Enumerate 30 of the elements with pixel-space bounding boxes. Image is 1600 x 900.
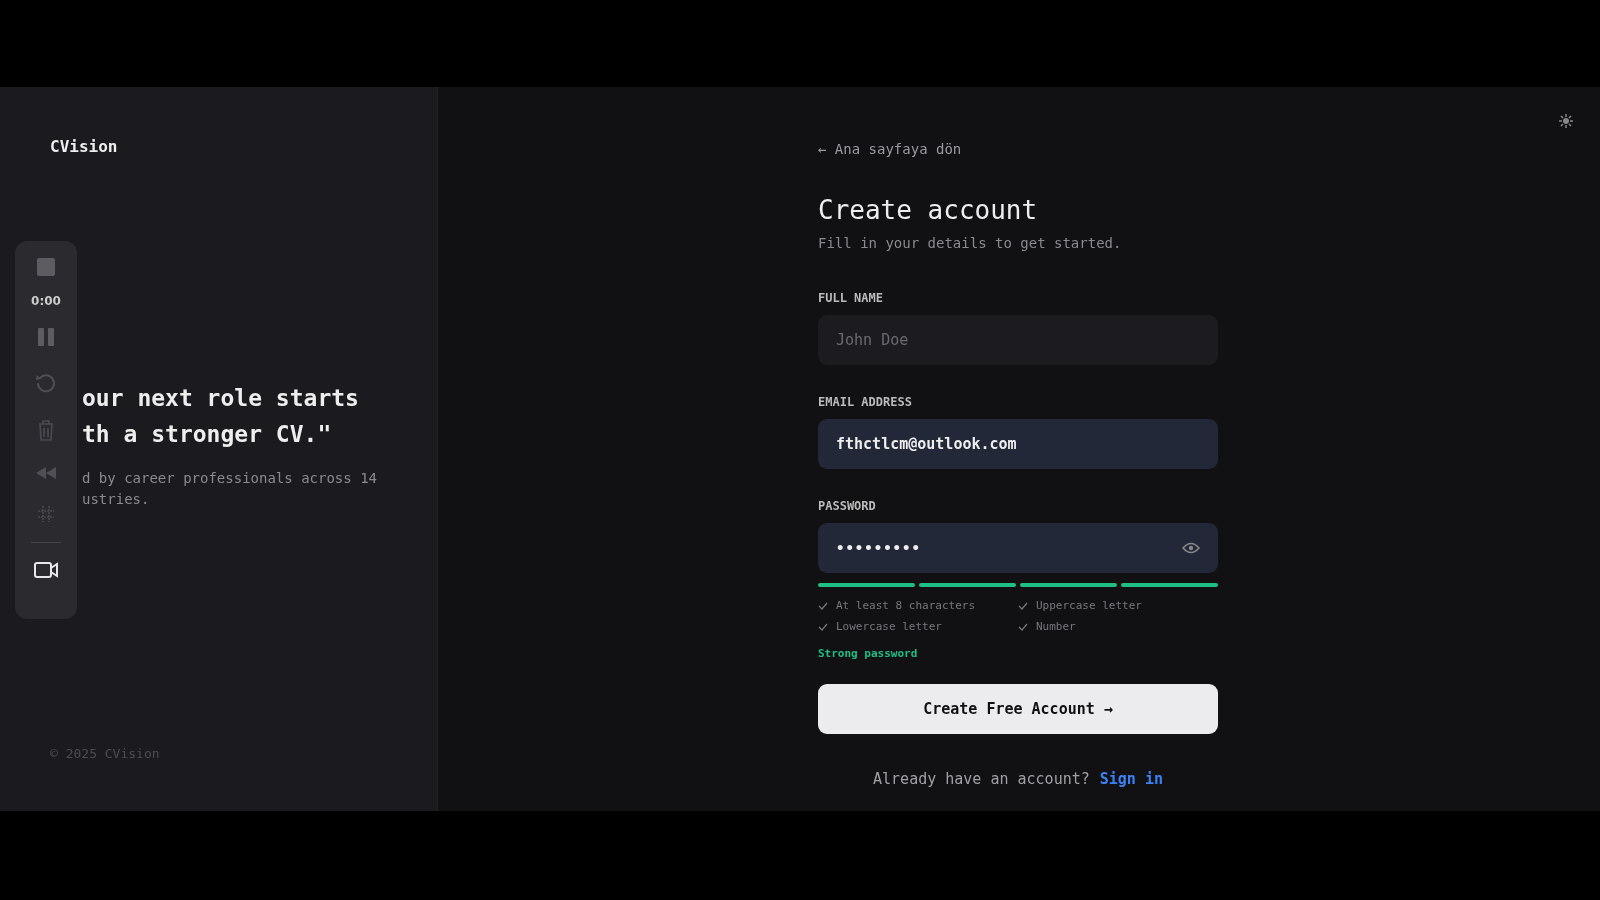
pause-icon[interactable] (37, 327, 55, 347)
field-label: EMAIL ADDRESS (818, 395, 912, 409)
quote-caption: d by career professionals across 14 ustries. (82, 469, 377, 509)
trash-icon[interactable] (37, 419, 55, 441)
field-label: FULL NAME (818, 291, 884, 305)
brand-logo[interactable]: CVision (50, 137, 118, 156)
signin-link[interactable]: Sign in (1099, 770, 1163, 788)
rewind-icon[interactable] (35, 466, 57, 480)
input-field[interactable]: fthctlcm@outlook.com (818, 419, 1218, 469)
rule-text: Number (1036, 620, 1076, 633)
stop-icon[interactable] (36, 257, 56, 277)
rule-text: At least 8 characters (836, 599, 976, 612)
video-camera-icon[interactable] (34, 562, 58, 578)
page-title: Create account (818, 195, 1038, 225)
recording-time: 0:00 (31, 294, 61, 308)
restart-icon[interactable] (35, 372, 57, 394)
signin-prompt: Already have an account? (873, 770, 1090, 788)
strength-label: Strong password (818, 647, 918, 660)
password-field[interactable]: ••••••••• (818, 523, 1218, 573)
rule-text: Lowercase letter (836, 620, 942, 633)
field-label: PASSWORD (818, 499, 876, 513)
rule-text: Uppercase letter (1036, 599, 1142, 612)
input-field[interactable]: John Doe (818, 315, 1218, 365)
page-subtitle: Fill in your details to get started. (818, 235, 1122, 251)
back-link[interactable]: ← Ana sayfaya dön (818, 141, 962, 157)
grid-icon[interactable] (37, 505, 55, 523)
quote-text: our next role starts th a stronger CV." (82, 384, 359, 449)
create-account-button[interactable]: Create Free Account → (818, 684, 1218, 734)
eye-icon[interactable] (1182, 542, 1200, 554)
theme-toggle-icon[interactable] (1558, 113, 1574, 129)
